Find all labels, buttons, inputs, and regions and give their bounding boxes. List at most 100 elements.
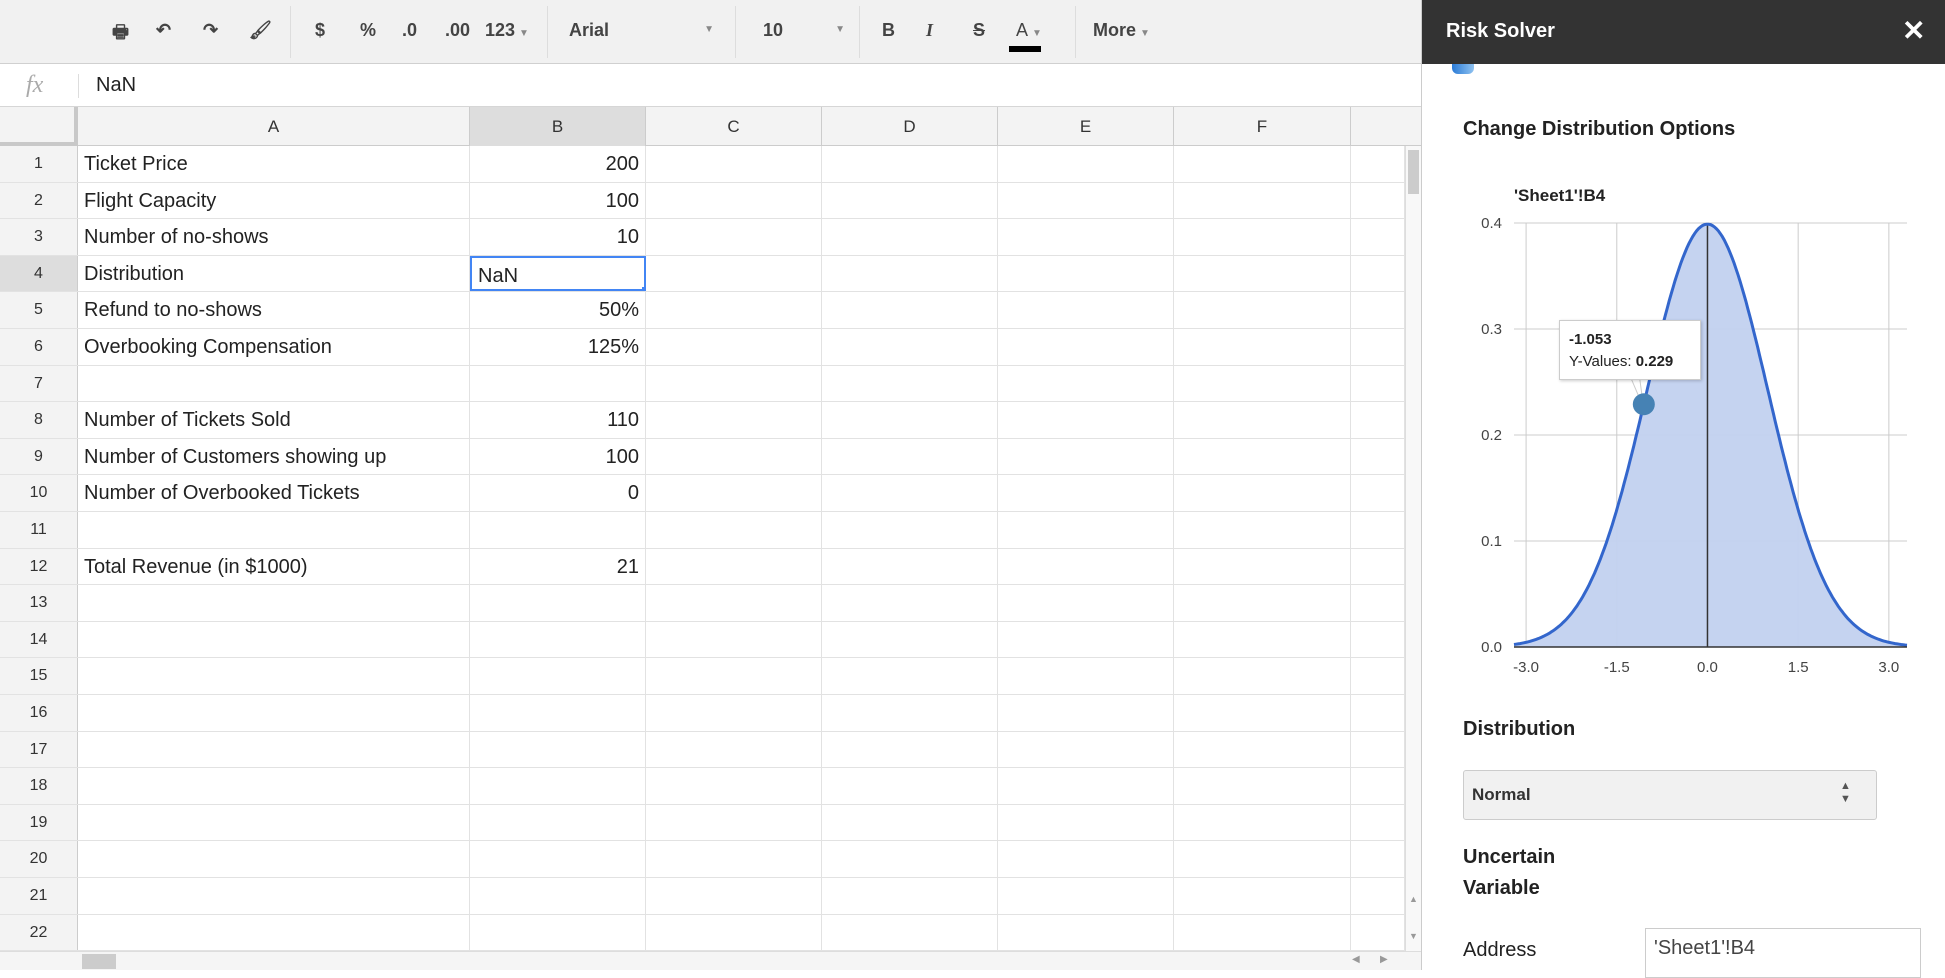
row-header[interactable]: 11	[0, 512, 78, 548]
cell[interactable]	[998, 182, 1174, 219]
cell[interactable]	[470, 695, 646, 731]
cell[interactable]: Overbooking Compensation	[78, 329, 470, 365]
cell[interactable]	[1351, 841, 1405, 877]
cell[interactable]: Number of Customers showing up	[78, 438, 470, 475]
cell[interactable]	[1351, 621, 1405, 658]
cell[interactable]	[646, 146, 822, 182]
cell[interactable]	[1351, 695, 1405, 731]
currency-button[interactable]: $	[315, 20, 325, 41]
scroll-right-icon[interactable]: ▶	[1380, 954, 1388, 965]
cell[interactable]	[998, 841, 1174, 877]
cell[interactable]	[1174, 292, 1351, 328]
column-header-a[interactable]: A	[78, 107, 470, 146]
cell[interactable]	[1174, 402, 1351, 438]
row-header[interactable]: 2	[0, 182, 78, 219]
row-header[interactable]: 5	[0, 292, 78, 328]
cell[interactable]	[822, 146, 998, 182]
row-header[interactable]: 9	[0, 438, 78, 475]
cell[interactable]	[998, 219, 1174, 255]
cell[interactable]	[1174, 438, 1351, 475]
cell[interactable]	[1174, 512, 1351, 548]
cell[interactable]	[646, 438, 822, 475]
cell[interactable]	[1174, 695, 1351, 731]
column-header-f[interactable]: F	[1174, 107, 1351, 146]
cell[interactable]	[1351, 658, 1405, 694]
cell[interactable]	[1351, 365, 1405, 402]
cell[interactable]	[78, 914, 470, 951]
cell[interactable]	[78, 585, 470, 621]
horizontal-scrollbar[interactable]: ◀ ▶	[0, 951, 1421, 970]
row-header[interactable]: 3	[0, 219, 78, 255]
cell[interactable]	[822, 804, 998, 841]
cell[interactable]: Refund to no-shows	[78, 292, 470, 328]
cell[interactable]	[998, 585, 1174, 621]
cell[interactable]	[646, 219, 822, 255]
cell[interactable]	[470, 658, 646, 694]
scroll-up-icon[interactable]: ▲	[1406, 894, 1421, 904]
cell[interactable]	[822, 548, 998, 585]
paint-format-icon[interactable]: 🖌	[249, 20, 272, 41]
more-formats-button[interactable]: 123 ▼	[485, 20, 529, 41]
cell[interactable]	[822, 438, 998, 475]
cell[interactable]	[1351, 512, 1405, 548]
column-header-c[interactable]: C	[646, 107, 822, 146]
cell[interactable]	[646, 914, 822, 951]
row-header[interactable]: 20	[0, 841, 78, 877]
cell[interactable]	[78, 841, 470, 877]
cell[interactable]	[470, 365, 646, 402]
cell[interactable]	[1174, 585, 1351, 621]
cell[interactable]	[998, 438, 1174, 475]
cell[interactable]	[998, 146, 1174, 182]
cell[interactable]	[822, 219, 998, 255]
row-header[interactable]: 10	[0, 475, 78, 511]
cell[interactable]: Number of Tickets Sold	[78, 402, 470, 438]
cell[interactable]	[1351, 475, 1405, 511]
cell[interactable]	[1351, 914, 1405, 951]
cell[interactable]: Number of no-shows	[78, 219, 470, 255]
column-header-b[interactable]: B	[470, 107, 646, 146]
cell[interactable]	[822, 292, 998, 328]
cell[interactable]	[646, 512, 822, 548]
cell[interactable]	[822, 585, 998, 621]
cell[interactable]	[1351, 219, 1405, 255]
decrease-decimals-button[interactable]: .0	[402, 20, 417, 41]
row-header[interactable]: 12	[0, 548, 78, 585]
cell[interactable]	[470, 914, 646, 951]
cell[interactable]	[822, 621, 998, 658]
bold-button[interactable]: B	[882, 20, 895, 41]
print-icon[interactable]: 🖶	[112, 20, 129, 50]
cell[interactable]	[470, 512, 646, 548]
cell[interactable]: Number of Overbooked Tickets	[78, 475, 470, 511]
row-header[interactable]: 14	[0, 621, 78, 658]
cell[interactable]	[78, 731, 470, 768]
cell[interactable]: 50%	[470, 292, 646, 328]
cell[interactable]	[822, 365, 998, 402]
cell[interactable]: Flight Capacity	[78, 182, 470, 219]
cell[interactable]	[1174, 219, 1351, 255]
cell[interactable]	[1174, 804, 1351, 841]
more-button[interactable]: More ▼	[1093, 20, 1150, 41]
cell[interactable]	[470, 804, 646, 841]
cell[interactable]	[78, 658, 470, 694]
cell[interactable]	[998, 475, 1174, 511]
strikethrough-button[interactable]: S	[973, 20, 985, 41]
cell[interactable]	[470, 585, 646, 621]
cell[interactable]	[646, 292, 822, 328]
cell[interactable]	[998, 255, 1174, 292]
row-header[interactable]: 18	[0, 768, 78, 804]
cell[interactable]	[998, 914, 1174, 951]
row-header[interactable]: 1	[0, 146, 78, 182]
row-header[interactable]: 7	[0, 365, 78, 402]
cell[interactable]	[646, 878, 822, 914]
column-header-d[interactable]: D	[822, 107, 998, 146]
cell[interactable]	[998, 768, 1174, 804]
cell[interactable]	[1174, 255, 1351, 292]
cell[interactable]	[822, 512, 998, 548]
scrollbar-thumb[interactable]	[1408, 150, 1419, 194]
cell[interactable]	[78, 804, 470, 841]
row-header[interactable]: 19	[0, 804, 78, 841]
scrollbar-thumb[interactable]	[82, 954, 116, 969]
cell[interactable]	[1174, 182, 1351, 219]
cell[interactable]	[646, 731, 822, 768]
cell[interactable]	[998, 329, 1174, 365]
